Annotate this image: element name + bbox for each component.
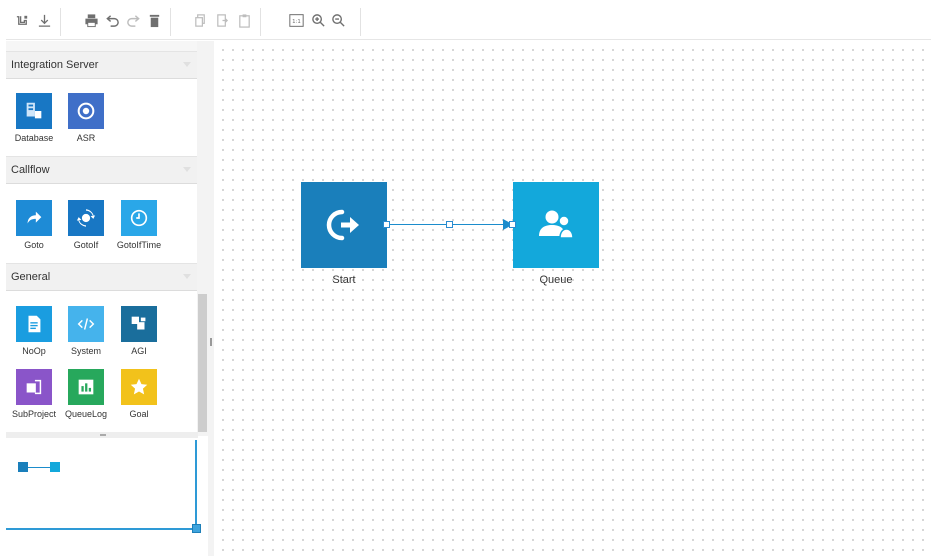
clock-icon [121, 200, 157, 236]
subproject-icon [16, 369, 52, 405]
delete-icon[interactable] [144, 9, 164, 31]
edge-handle-source[interactable] [383, 221, 390, 228]
users-icon [539, 210, 574, 239]
diagram-canvas[interactable]: Start Queue [214, 41, 931, 556]
palette-item-goal[interactable]: Goal [113, 369, 165, 431]
palette-item-label: GotoIf [73, 240, 99, 250]
goto-icon [16, 200, 52, 236]
cut-icon[interactable] [212, 9, 232, 31]
database-icon [16, 93, 52, 129]
edge-handle-midpoint[interactable] [446, 221, 453, 228]
zoom-in-icon[interactable] [308, 9, 328, 31]
section-body-integration-server: Database ASR [6, 79, 197, 156]
agi-icon [121, 306, 157, 342]
section-title: Integration Server [11, 59, 99, 71]
zoom-out-icon[interactable] [328, 9, 348, 31]
section-header-general[interactable]: General [6, 263, 197, 291]
palette-item-gotoiftime[interactable]: GotoIfTime [113, 200, 165, 262]
palette-item-asr[interactable]: ASR [60, 93, 112, 155]
collapse-caret-icon[interactable] [183, 62, 191, 67]
palette-sidebar: Integration Server Database ASR Callflow… [6, 41, 208, 436]
gotoif-icon [68, 200, 104, 236]
undo-icon[interactable] [102, 9, 122, 31]
section-title: General [11, 271, 51, 283]
collapse-caret-icon[interactable] [183, 274, 191, 279]
palette-item-database[interactable]: Database [8, 93, 60, 155]
splitter-grip [210, 338, 212, 346]
code-icon [68, 306, 104, 342]
toolbar: 1:1 [6, 4, 931, 40]
redo-icon[interactable] [123, 9, 143, 31]
palette-scrollbar-thumb[interactable] [198, 294, 207, 432]
toolbar-separator [360, 8, 361, 36]
save-icon[interactable] [12, 9, 32, 31]
section-title: Callflow [11, 164, 50, 176]
print-icon[interactable] [81, 9, 101, 31]
toolbar-separator [170, 8, 171, 36]
start-icon [326, 209, 359, 241]
palette-item-goto[interactable]: Goto [8, 200, 60, 262]
section-header-integration-server[interactable]: Integration Server [6, 51, 197, 79]
collapse-caret-icon[interactable] [183, 167, 191, 172]
palette-item-label: GotoIfTime [116, 240, 162, 250]
minimap-queue-node [50, 462, 60, 472]
palette-item-label: AGI [131, 346, 147, 356]
chart-icon [68, 369, 104, 405]
outline-resize-handle[interactable] [192, 524, 201, 533]
asr-icon [68, 93, 104, 129]
splitter-grip [100, 434, 106, 436]
section-header-callflow[interactable]: Callflow [6, 156, 197, 184]
palette-item-queuelog[interactable]: QueueLog [60, 369, 112, 431]
outline-minimap[interactable] [6, 440, 201, 535]
palette-item-label: QueueLog [64, 409, 108, 419]
paste-icon[interactable] [234, 9, 254, 31]
node-start[interactable] [301, 182, 387, 268]
node-queue[interactable] [513, 182, 599, 268]
toolbar-separator [260, 8, 261, 36]
download-icon[interactable] [34, 9, 54, 31]
palette-item-subproject[interactable]: SubProject [8, 369, 60, 431]
actual-size-icon[interactable]: 1:1 [286, 9, 306, 31]
node-label-start: Start [332, 274, 356, 286]
star-icon [121, 369, 157, 405]
section-body-general: NoOp System AGI SubProject QueueLog Goal [6, 291, 197, 436]
outline-viewport-frame[interactable] [6, 440, 197, 530]
actual-size-label: 1:1 [292, 19, 301, 25]
toolbar-separator [60, 8, 61, 36]
palette-item-system[interactable]: System [60, 306, 112, 368]
copy-icon[interactable] [190, 9, 210, 31]
palette-item-gotoif[interactable]: GotoIf [60, 200, 112, 262]
minimap-start-node [18, 462, 28, 472]
section-body-callflow: Goto GotoIf GotoIfTime [6, 184, 197, 263]
sidebar-splitter-horizontal[interactable] [6, 432, 198, 438]
document-icon [16, 306, 52, 342]
palette-item-label: System [70, 346, 101, 356]
palette-item-agi[interactable]: AGI [113, 306, 165, 368]
palette-item-noop[interactable]: NoOp [8, 306, 60, 368]
edge-handle-target[interactable] [509, 221, 516, 228]
palette-item-label: ASR [76, 133, 96, 143]
node-label-queue: Queue [539, 274, 573, 286]
palette-item-label: Goal [129, 409, 149, 419]
minimap-edge [28, 467, 50, 468]
